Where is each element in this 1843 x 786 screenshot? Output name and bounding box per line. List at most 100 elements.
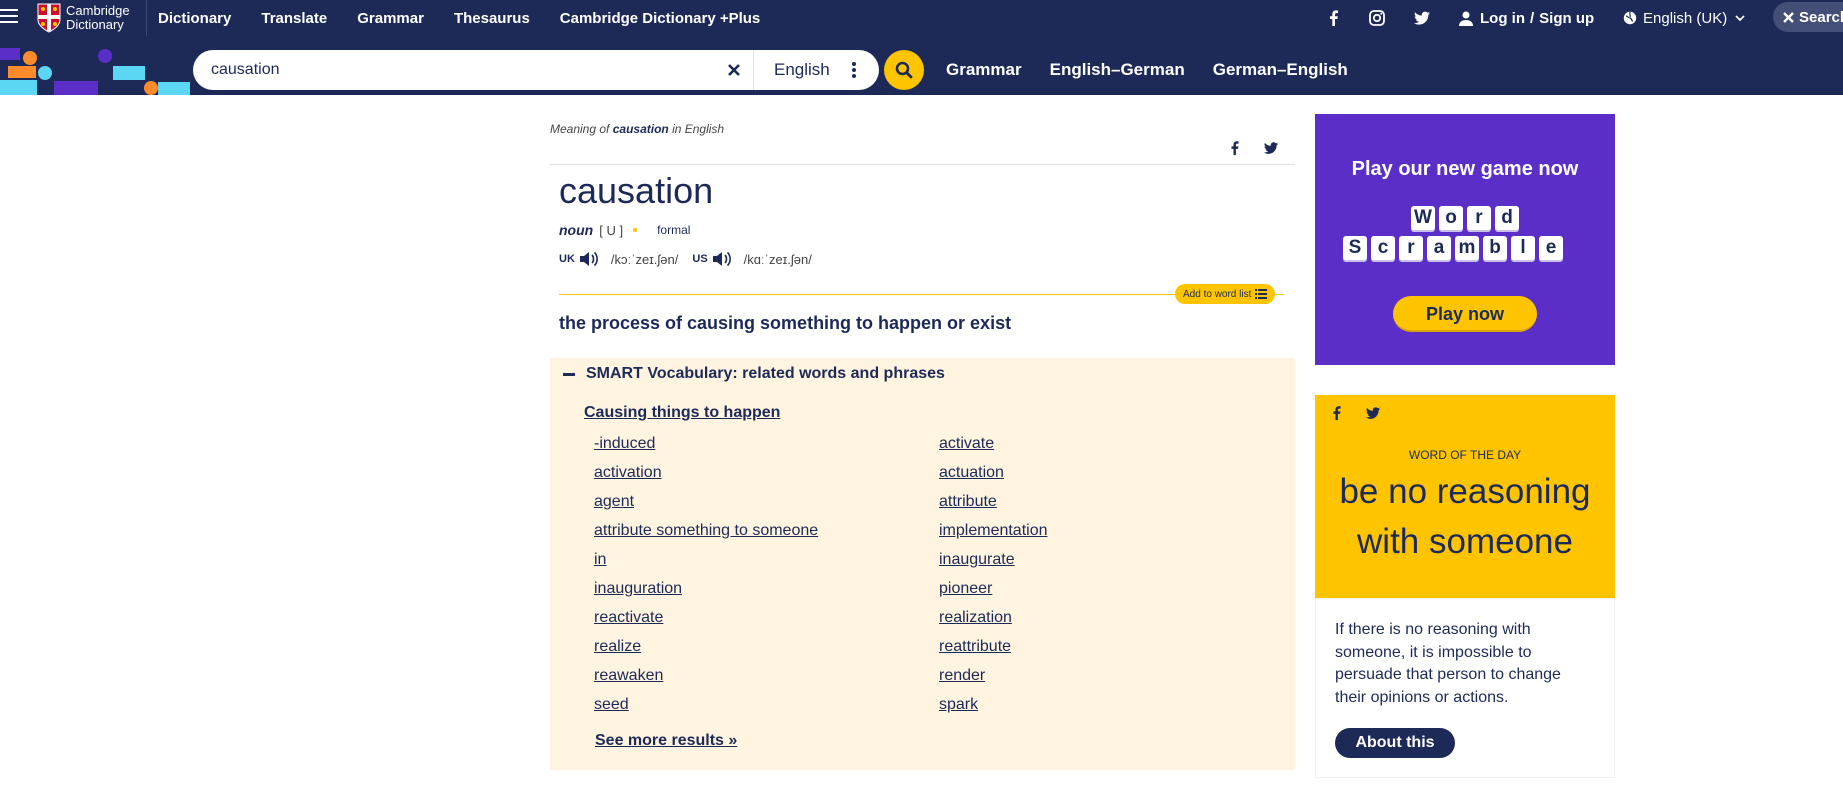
- add-to-word-list-button[interactable]: Add to word list: [1175, 284, 1276, 304]
- logo-line-2: Dictionary: [66, 17, 124, 32]
- top-search-label: Search: [1799, 8, 1843, 26]
- related-word-link[interactable]: realization: [939, 608, 1048, 637]
- clear-search-icon[interactable]: [726, 62, 742, 78]
- word-of-the-day-card: WORD OF THE DAY be no reasoning with som…: [1315, 395, 1615, 598]
- uk-ipa: /kɔːˈzeɪ.ʃən/: [610, 251, 679, 267]
- ad-tiles-row-2: S c r a m b l e: [1343, 236, 1567, 260]
- facebook-icon[interactable]: [1227, 140, 1243, 156]
- wotd-definition: If there is no reasoning with someone, i…: [1335, 621, 1561, 706]
- quick-link-english-german[interactable]: English–German: [1050, 60, 1185, 80]
- search-submit-button[interactable]: [884, 50, 924, 90]
- cambridge-logo[interactable]: Cambridge Dictionary: [37, 2, 130, 34]
- list-icon: [1255, 289, 1268, 299]
- nav-plus[interactable]: Cambridge Dictionary +Plus: [560, 10, 760, 27]
- search-box: English: [193, 50, 879, 90]
- menu-icon[interactable]: [0, 9, 20, 27]
- wotd-phrase[interactable]: be no reasoning with someone: [1315, 467, 1615, 567]
- related-word-link[interactable]: attribute something to someone: [594, 521, 818, 550]
- collapse-icon: [563, 372, 575, 376]
- search-divider: [753, 50, 754, 90]
- letter-tile: a: [1427, 236, 1451, 260]
- letter-tile: W: [1411, 206, 1435, 230]
- twitter-icon[interactable]: [1365, 405, 1381, 421]
- related-word-link[interactable]: reactivate: [594, 608, 818, 637]
- logo-text: Cambridge Dictionary: [66, 4, 130, 32]
- related-word-link[interactable]: reattribute: [939, 637, 1048, 666]
- related-word-link[interactable]: inauguration: [594, 579, 818, 608]
- word-scramble-ad[interactable]: Play our new game now W o r d S c r a m …: [1315, 114, 1615, 365]
- twitter-icon[interactable]: [1413, 9, 1431, 27]
- related-word-link[interactable]: actuation: [939, 463, 1048, 492]
- related-word-link[interactable]: implementation: [939, 521, 1048, 550]
- search-bar-row: English Grammar English–German German–En…: [0, 36, 1843, 95]
- related-word-link[interactable]: inaugurate: [939, 550, 1048, 579]
- see-more-results-link[interactable]: See more results »: [595, 732, 737, 750]
- related-word-link[interactable]: render: [939, 666, 1048, 695]
- related-word-link[interactable]: activate: [939, 434, 1048, 463]
- login-signup[interactable]: Log in / Sign up: [1459, 0, 1594, 36]
- decorative-blocks: [0, 48, 190, 95]
- dictionary-quick-links: Grammar English–German German–English: [946, 50, 1376, 90]
- smart-vocabulary-heading: SMART Vocabulary: related words and phra…: [586, 365, 945, 382]
- uk-label: UK: [559, 253, 575, 265]
- related-word-link[interactable]: -induced: [594, 434, 818, 463]
- instagram-icon[interactable]: [1368, 9, 1386, 27]
- wotd-label: WORD OF THE DAY: [1408, 448, 1522, 462]
- meaning-breadcrumb: Meaning of causation in English: [550, 122, 724, 136]
- facebook-icon[interactable]: [1329, 405, 1345, 421]
- about-this-button[interactable]: About this: [1335, 728, 1455, 758]
- register-label: formal: [657, 223, 691, 237]
- logo-line-1: Cambridge: [66, 3, 130, 18]
- nav-grammar[interactable]: Grammar: [357, 10, 424, 27]
- header-divider: [550, 164, 1295, 165]
- category-link[interactable]: Causing things to happen: [584, 404, 780, 422]
- headword: causation: [559, 170, 714, 211]
- smart-vocabulary-toggle[interactable]: SMART Vocabulary: related words and phra…: [563, 365, 945, 383]
- related-word-link[interactable]: activation: [594, 463, 818, 492]
- letter-tile: l: [1511, 236, 1535, 260]
- facebook-icon[interactable]: [1325, 9, 1343, 27]
- nav-translate[interactable]: Translate: [261, 10, 327, 27]
- chevron-down-icon: [1735, 14, 1745, 21]
- related-words-right: activate actuation attribute implementat…: [939, 434, 1048, 724]
- play-now-button[interactable]: Play now: [1393, 296, 1537, 332]
- letter-tile: c: [1371, 236, 1395, 260]
- related-word-link[interactable]: spark: [939, 695, 1048, 724]
- login-separator: /: [1530, 9, 1535, 27]
- quick-link-grammar[interactable]: Grammar: [946, 60, 1022, 80]
- related-word-link[interactable]: in: [594, 550, 818, 579]
- quick-link-german-english[interactable]: German–English: [1213, 60, 1348, 80]
- wotd-share: [1329, 405, 1381, 421]
- related-word-link[interactable]: pioneer: [939, 579, 1048, 608]
- us-audio-icon[interactable]: [712, 251, 732, 267]
- related-word-link[interactable]: seed: [594, 695, 818, 724]
- letter-tile: b: [1483, 236, 1507, 260]
- related-word-link[interactable]: realize: [594, 637, 818, 666]
- cambridge-shield-icon: [37, 3, 61, 33]
- part-of-speech[interactable]: noun: [559, 222, 593, 238]
- site-language-selector[interactable]: English (UK): [1623, 0, 1745, 36]
- user-icon: [1459, 11, 1473, 26]
- related-word-link[interactable]: attribute: [939, 492, 1048, 521]
- definition: the process of causing something to happ…: [559, 313, 1012, 333]
- search-input[interactable]: [209, 60, 733, 80]
- login-link[interactable]: Log in: [1480, 10, 1525, 27]
- more-options-icon[interactable]: [851, 61, 857, 79]
- dictionary-selector[interactable]: English: [774, 50, 830, 90]
- grammar-code[interactable]: [ U ]: [599, 223, 623, 238]
- top-search-button[interactable]: Search: [1773, 2, 1843, 32]
- letter-tile: m: [1455, 236, 1479, 260]
- signup-link[interactable]: Sign up: [1539, 10, 1594, 27]
- us-ipa: /kɑːˈzeɪ.ʃən/: [743, 251, 812, 267]
- twitter-icon[interactable]: [1263, 140, 1279, 156]
- close-icon: [1783, 11, 1794, 23]
- letter-tile: r: [1467, 206, 1491, 230]
- globe-icon: [1623, 11, 1637, 25]
- primary-nav: Dictionary Translate Grammar Thesaurus C…: [158, 0, 790, 36]
- related-word-link[interactable]: agent: [594, 492, 818, 521]
- nav-thesaurus[interactable]: Thesaurus: [454, 10, 530, 27]
- uk-audio-icon[interactable]: [579, 251, 599, 267]
- nav-dictionary[interactable]: Dictionary: [158, 10, 231, 27]
- entry-share: [1227, 140, 1279, 156]
- related-word-link[interactable]: reawaken: [594, 666, 818, 695]
